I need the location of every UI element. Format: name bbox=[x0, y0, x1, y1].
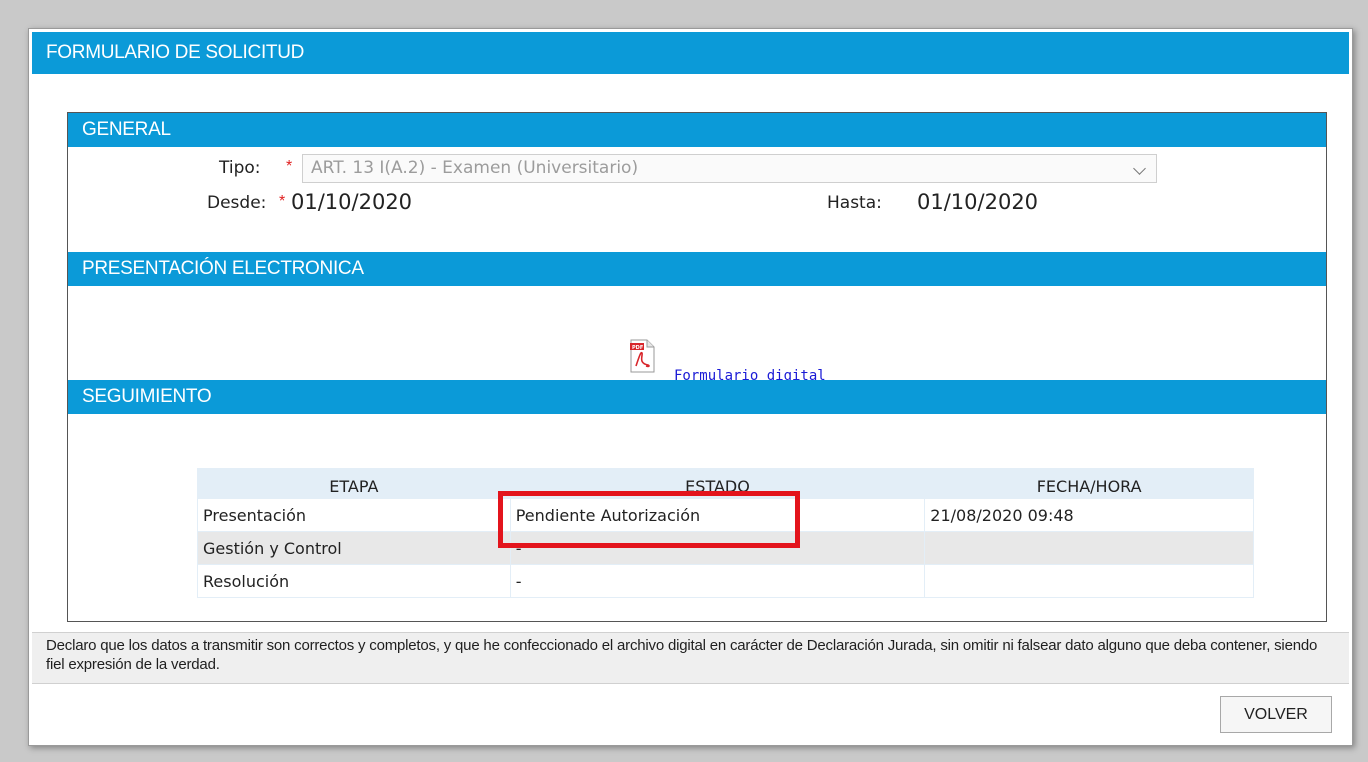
column-header-fecha-hora: FECHA/HORA bbox=[924, 468, 1254, 499]
cell-fecha-hora: 21/08/2020 09:48 bbox=[924, 498, 1254, 532]
form-window: FORMULARIO DE SOLICITUD GENERAL Tipo: * … bbox=[28, 28, 1353, 746]
cell-fecha-hora bbox=[924, 531, 1254, 565]
table-row: Resolución - bbox=[197, 564, 1254, 598]
tipo-select-value: ART. 13 I(A.2) - Examen (Universitario) bbox=[311, 158, 639, 178]
column-header-estado: ESTADO bbox=[509, 468, 926, 499]
column-header-etapa: ETAPA bbox=[197, 468, 511, 499]
cell-etapa: Resolución bbox=[197, 564, 511, 598]
table-row: Presentación Pendiente Autorización 21/0… bbox=[197, 498, 1254, 532]
svg-text:PDF: PDF bbox=[632, 345, 643, 351]
table-header-row: ETAPA ESTADO FECHA/HORA bbox=[197, 468, 1254, 499]
section-header-seguimiento: SEGUIMIENTO bbox=[68, 380, 1326, 414]
section-header-presentacion: PRESENTACIÓN ELECTRONICA bbox=[68, 252, 1326, 286]
hasta-label: Hasta: bbox=[827, 193, 882, 213]
desde-label: Desde: bbox=[207, 193, 267, 213]
table-row: Gestión y Control - bbox=[197, 531, 1254, 565]
cell-fecha-hora bbox=[924, 564, 1254, 598]
cell-estado: - bbox=[509, 564, 926, 598]
tracking-table: ETAPA ESTADO FECHA/HORA Presentación Pen… bbox=[197, 468, 1254, 598]
form-title: FORMULARIO DE SOLICITUD bbox=[32, 32, 1349, 74]
section-header-general: GENERAL bbox=[68, 113, 1326, 147]
hasta-value: 01/10/2020 bbox=[917, 190, 1039, 214]
declaration-text: Declaro que los datos a transmitir son c… bbox=[32, 632, 1349, 684]
desde-required-mark: * bbox=[279, 193, 286, 210]
desde-value: 01/10/2020 bbox=[291, 190, 413, 214]
tipo-label: Tipo: bbox=[219, 158, 261, 178]
volver-button[interactable]: VOLVER bbox=[1220, 696, 1332, 733]
tipo-required-mark: * bbox=[286, 158, 293, 175]
chevron-down-icon bbox=[1133, 162, 1146, 175]
cell-etapa: Gestión y Control bbox=[197, 531, 511, 565]
cell-estado: - bbox=[509, 531, 926, 565]
pdf-icon[interactable]: PDF bbox=[630, 339, 655, 373]
cell-estado: Pendiente Autorización bbox=[509, 498, 926, 532]
form-panel: GENERAL Tipo: * ART. 13 I(A.2) - Examen … bbox=[67, 112, 1327, 622]
cell-etapa: Presentación bbox=[197, 498, 511, 532]
tipo-select[interactable]: ART. 13 I(A.2) - Examen (Universitario) bbox=[302, 154, 1157, 183]
